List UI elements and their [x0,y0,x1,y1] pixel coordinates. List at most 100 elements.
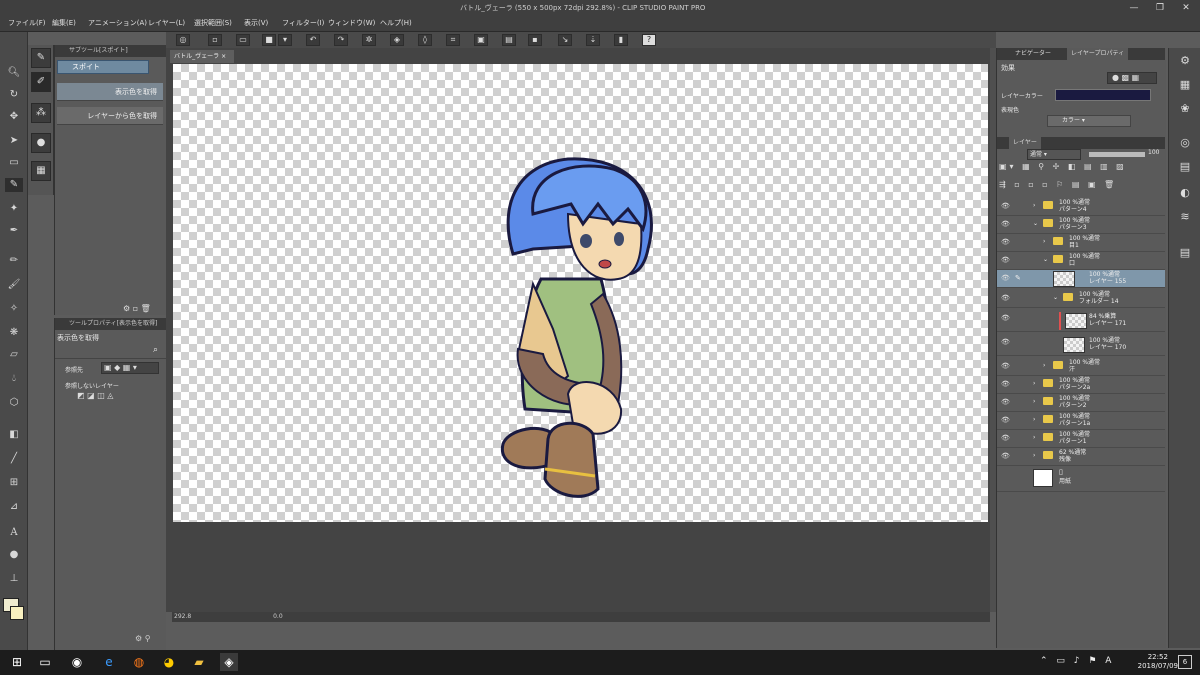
undo-icon[interactable]: ↶ [306,34,320,46]
scale-icon[interactable]: ⌗ [446,34,460,46]
expand-icon[interactable]: › [1043,362,1045,369]
collapse-icon[interactable]: ⌄ [1053,294,1058,301]
eye-icon[interactable]: 👁︎ [1001,452,1010,460]
new-file-icon[interactable]: ▫ [208,34,222,46]
menu-layer[interactable]: レイヤー(L) [148,17,185,29]
pen-tool-icon[interactable]: ✒ [5,224,23,238]
drawing-canvas[interactable] [173,64,988,522]
subtool-item-layer-color[interactable]: レイヤーから色を取得 [57,107,163,125]
layer-row-pattern2a[interactable]: 👁︎ › 100 %通常 パターン2a [997,376,1165,394]
eraser-tool-icon[interactable]: ▱ [5,348,23,362]
selection-tool-icon[interactable]: ▭ [5,156,23,170]
layer-row-afterimage[interactable]: 👁︎ › 62 %通常 残像 [997,448,1165,466]
color-wheel-icon[interactable]: ◎ [1175,134,1195,152]
brush-tool-icon[interactable]: 🖌︎ [5,278,23,292]
layer-toolbar-row1[interactable]: ▣▾ ▦ ⚲ ✢ ◧ ▤ ▥ ▨ [999,162,1163,176]
expand-icon[interactable]: › [1033,380,1035,387]
clip-studio-icon[interactable]: ◎ [176,34,190,46]
layer-row-folder14[interactable]: 👁︎ ⌄ 100 %通常 フォルダー 14 [997,290,1165,308]
eye-icon[interactable]: 👁︎ [1001,220,1010,228]
layer-row-pattern3[interactable]: 👁︎ ⌄ 100 %通常 パターン3 [997,216,1165,234]
layer-toolbar-row2[interactable]: ⇶ ▫ ▫ ▫ ⚐ ▤ ▣ 🗑︎ [999,180,1163,194]
correct-line-tool-icon[interactable]: ⊥ [5,572,23,586]
menu-file[interactable]: ファイル(F) [8,17,46,29]
opacity-slider[interactable] [1089,152,1145,157]
material-icon[interactable]: ▦ [1175,76,1195,94]
chrome-icon[interactable]: ◕ [160,653,178,671]
navigator-icon[interactable]: ⚙ [1175,52,1195,70]
effect-buttons[interactable]: ● ▩ ▦ [1107,72,1157,84]
open-file-icon[interactable]: ▭ [236,34,250,46]
close-tab-icon[interactable]: × [221,53,226,60]
menu-help[interactable]: ヘルプ(H) [380,17,412,29]
layer-color-swatch[interactable] [1055,89,1151,101]
layer-row-eye1[interactable]: 👁︎ › 100 %通常 目1 [997,234,1165,252]
firefox-icon[interactable]: ◍ [130,653,148,671]
clip-studio-taskbar-icon[interactable]: ◈ [220,653,238,671]
subtool-item-display-color[interactable]: 表示色を取得 [57,83,163,101]
layer-row-paper[interactable]: ▯ 用紙 [997,466,1165,492]
expand-icon[interactable]: › [1043,238,1045,245]
eye-icon[interactable]: 👁︎ [1001,362,1010,370]
network-app-icon[interactable]: ◉ [68,653,86,671]
layer-row-layer170[interactable]: 👁︎ 100 %通常 レイヤー 170 [997,334,1165,356]
layer-row-pattern1[interactable]: 👁︎ › 100 %通常 パターン1 [997,430,1165,448]
menu-animation[interactable]: アニメーション(A) [88,17,147,29]
close-button[interactable]: ✕ [1176,2,1196,14]
expand-icon[interactable]: › [1033,434,1035,441]
menu-window[interactable]: ウィンドウ(W) [328,17,375,29]
redo-icon[interactable]: ↷ [334,34,348,46]
grid-icon[interactable]: ▦ [31,161,51,181]
fill-icon[interactable]: ◈ [390,34,404,46]
menu-filter[interactable]: フィルター(I) [282,17,324,29]
balloon-tool-icon[interactable]: ● [5,548,23,562]
transform-icon[interactable]: ◊ [418,34,432,46]
snap-special-ruler-icon[interactable]: ⇣ [586,34,600,46]
eye-icon[interactable]: 👁︎ [1001,294,1010,302]
opacity-value[interactable]: 100 [1148,149,1159,156]
sub-color-swatch[interactable] [10,606,24,620]
blend-tool-icon[interactable]: 💧︎ [5,372,23,386]
rotate-tool-icon[interactable]: ↻ [5,88,23,102]
collapse-icon[interactable]: ⌄ [1033,220,1038,227]
layer-row-layer155[interactable]: 👁︎ ✎ 100 %通常 レイヤー 155 [997,270,1165,288]
eye-icon[interactable]: 👁︎ [1001,338,1010,346]
notification-icon[interactable]: 6 [1178,655,1192,669]
layer-panel-icon[interactable]: ≋ [1175,208,1195,226]
eyedropper-group-icon[interactable]: ✎ [31,48,51,68]
layer-row-layer171[interactable]: 👁︎ 84 %乗算 レイヤー 171 [997,310,1165,332]
circle-icon[interactable]: ● [31,133,51,153]
eye-icon[interactable]: 👁︎ [1001,434,1010,442]
layer-property-icon[interactable]: ◐ [1175,184,1195,202]
tray-icons[interactable]: ⌃ ▭ ♪ ⚑ A [1040,656,1114,666]
operation-tool-icon[interactable]: ➤ [5,134,23,148]
expression-color-select[interactable]: カラー ▾ [1047,115,1131,127]
eye-icon[interactable]: 👁︎ [1001,314,1010,322]
blend-mode-select[interactable]: 通常 ▾ [1027,149,1081,160]
save-dropdown-icon[interactable]: ▾ [278,34,292,46]
fill-tool-icon[interactable]: ⬡ [5,396,23,410]
subtool-group-tab[interactable]: スポイト [57,60,149,74]
windows-start-icon[interactable]: ⊞ [8,653,26,671]
pencil-tool-icon[interactable]: ✏ [5,254,23,268]
edge-icon[interactable]: e [100,653,118,671]
text-tool-icon[interactable]: A [5,526,23,540]
eye-icon[interactable]: 👁︎ [1001,238,1010,246]
layer-row-pattern1a[interactable]: 👁︎ › 100 %通常 パターン1a [997,412,1165,430]
move-tool-icon[interactable]: ✥ [5,110,23,124]
layer-row-pattern4[interactable]: 👁︎ › 100 %通常 パターン4 [997,198,1165,216]
help-icon[interactable]: ? [642,34,656,46]
eye-icon[interactable]: 👁︎ [1001,380,1010,388]
sub-view-icon[interactable]: ❀ [1175,100,1195,118]
no-reference-buttons[interactable]: ◩ ◪ ◫ ◬ [77,390,161,402]
show-selection-icon[interactable]: ▪ [528,34,542,46]
layer-row-mouth[interactable]: 👁︎ ⌄ 100 %通常口 [997,252,1165,270]
tab-layer[interactable]: レイヤー [1009,137,1041,149]
task-view-icon[interactable]: ▭ [36,653,54,671]
zoom-value[interactable]: 292.8 [174,613,191,620]
clear-icon[interactable]: ✲ [362,34,376,46]
decoration-tool-icon[interactable]: ❋ [5,326,23,340]
maximize-button[interactable]: ❐ [1150,2,1170,14]
save-icon[interactable]: ■ [262,34,276,46]
expand-icon[interactable]: › [1033,452,1035,459]
